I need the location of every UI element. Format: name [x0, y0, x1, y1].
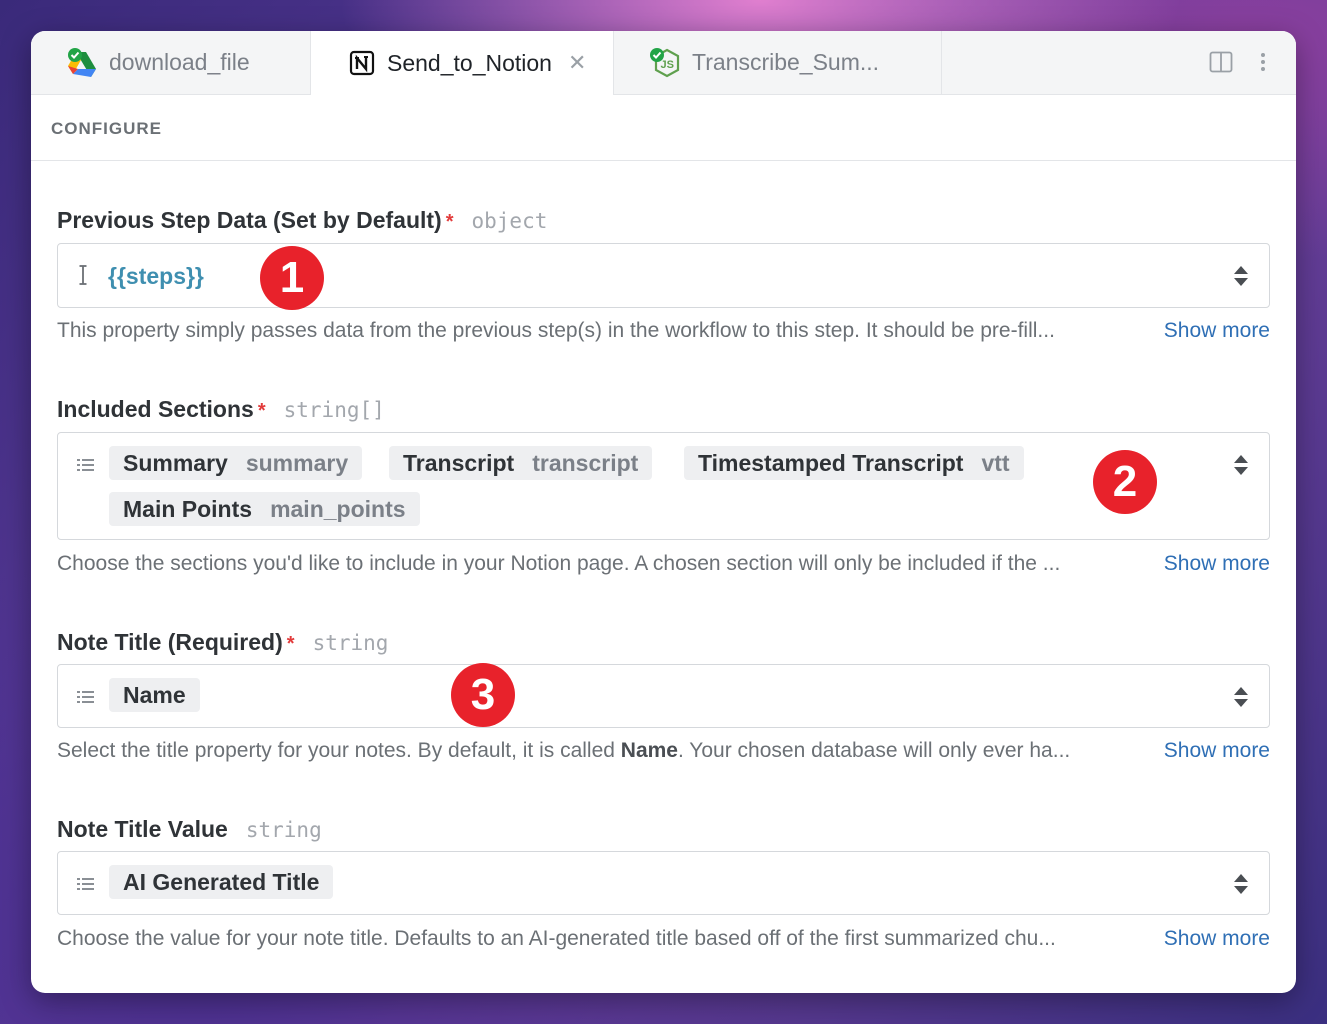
- field-type: string: [312, 631, 389, 655]
- tab-label: download_file: [109, 49, 250, 75]
- field-help-text: Choose the sections you'd like to includ…: [57, 552, 1270, 576]
- chip-label: Transcript: [403, 449, 515, 476]
- show-more-link[interactable]: Show more: [1164, 552, 1270, 576]
- chip-label: Timestamped Transcript: [698, 449, 964, 476]
- annotation-marker-1: 1: [260, 246, 324, 310]
- note-title-select[interactable]: Name: [57, 664, 1270, 728]
- show-more-link[interactable]: Show more: [1164, 927, 1270, 951]
- workflow-step-window: download_file Send_to_Notion ✕ JS Transc…: [31, 31, 1296, 993]
- chip-value: transcript: [532, 449, 639, 476]
- field-help-text: This property simply passes data from th…: [57, 319, 1270, 343]
- stepper-icon[interactable]: [1233, 453, 1249, 477]
- google-drive-icon: [65, 46, 99, 80]
- tab-label: Send_to_Notion: [387, 49, 552, 76]
- section-chip-transcript[interactable]: Transcript transcript: [389, 446, 653, 480]
- field-label-note-title-value: Note Title Value string: [57, 816, 322, 843]
- text-cursor-icon: [76, 264, 96, 285]
- help-text: This property simply passes data from th…: [57, 319, 1055, 342]
- field-help-text: Select the title property for your notes…: [57, 739, 1270, 763]
- help-text-part: . Your chosen database will only ever ha…: [677, 739, 1071, 762]
- required-asterisk: *: [257, 400, 266, 422]
- chip-label: AI Generated Title: [123, 868, 320, 895]
- help-text: Choose the value for your note title. De…: [57, 927, 1056, 950]
- chip-value: main_points: [270, 495, 406, 522]
- svg-text:JS: JS: [661, 59, 674, 71]
- tab-label: Transcribe_Sum...: [692, 49, 880, 75]
- section-chip-main-points[interactable]: Main Points main_points: [109, 492, 420, 526]
- steps-value: {{steps}}: [108, 263, 204, 289]
- section-title: CONFIGURE: [51, 119, 162, 138]
- show-more-link[interactable]: Show more: [1164, 319, 1270, 343]
- close-icon[interactable]: ✕: [568, 50, 586, 76]
- stepper-icon[interactable]: [1233, 685, 1249, 709]
- annotation-marker-2: 2: [1093, 450, 1157, 514]
- field-label-text: Note Title Value: [57, 816, 228, 842]
- field-type: object: [471, 209, 548, 233]
- help-text-part: Select the title property for your notes…: [57, 739, 621, 762]
- chip-label: Summary: [123, 449, 228, 476]
- nodejs-icon: JS: [648, 46, 682, 80]
- list-icon: [76, 455, 96, 475]
- chip-label: Main Points: [123, 495, 253, 522]
- notion-icon: [349, 50, 375, 76]
- section-chip-timestamped-transcript[interactable]: Timestamped Transcript vtt: [684, 446, 1024, 480]
- previous-step-data-input[interactable]: {{steps}}: [57, 243, 1270, 308]
- tab-send-to-notion[interactable]: Send_to_Notion ✕: [311, 31, 614, 95]
- field-label-included-sections: Included Sections * string[]: [57, 396, 385, 423]
- tab-transcribe-summarize[interactable]: JS Transcribe_Sum...: [614, 31, 942, 94]
- configure-header: CONFIGURE: [31, 95, 1296, 161]
- stepper-icon[interactable]: [1233, 264, 1249, 288]
- list-icon: [76, 687, 96, 707]
- more-options-icon[interactable]: [1250, 49, 1276, 75]
- field-type: string[]: [283, 398, 385, 422]
- field-label-note-title: Note Title (Required) * string: [57, 629, 388, 656]
- stepper-icon[interactable]: [1233, 872, 1249, 896]
- chip-value: vtt: [981, 449, 1010, 476]
- required-asterisk: *: [286, 633, 295, 655]
- field-label-text: Previous Step Data (Set by Default): [57, 207, 442, 233]
- tab-download-file[interactable]: download_file: [31, 31, 311, 94]
- field-label-previous-step-data: Previous Step Data (Set by Default) * ob…: [57, 207, 547, 234]
- show-more-link[interactable]: Show more: [1164, 739, 1270, 763]
- annotation-marker-3: 3: [451, 663, 515, 727]
- chip-name[interactable]: Name: [109, 678, 200, 712]
- field-label-text: Included Sections: [57, 396, 254, 422]
- field-label-text: Note Title (Required): [57, 629, 283, 655]
- chip-ai-generated-title[interactable]: AI Generated Title: [109, 865, 334, 899]
- tab-bar: download_file Send_to_Notion ✕ JS Transc…: [31, 31, 1296, 95]
- required-asterisk: *: [445, 211, 454, 233]
- included-sections-select[interactable]: Summary summary Transcript transcript Ti…: [57, 432, 1270, 540]
- list-icon: [76, 874, 96, 894]
- chip-value: summary: [245, 449, 349, 476]
- tabbar-actions: [1208, 49, 1276, 75]
- note-title-value-select[interactable]: AI Generated Title: [57, 851, 1270, 915]
- field-help-text: Choose the value for your note title. De…: [57, 927, 1270, 951]
- help-text: Choose the sections you'd like to includ…: [57, 552, 1061, 575]
- field-type: string: [245, 818, 322, 842]
- chip-label: Name: [123, 681, 186, 708]
- help-text-bold: Name: [620, 739, 678, 762]
- help-text: Select the title property for your notes…: [57, 739, 1070, 763]
- split-view-icon[interactable]: [1208, 49, 1234, 75]
- section-chip-summary[interactable]: Summary summary: [109, 446, 363, 480]
